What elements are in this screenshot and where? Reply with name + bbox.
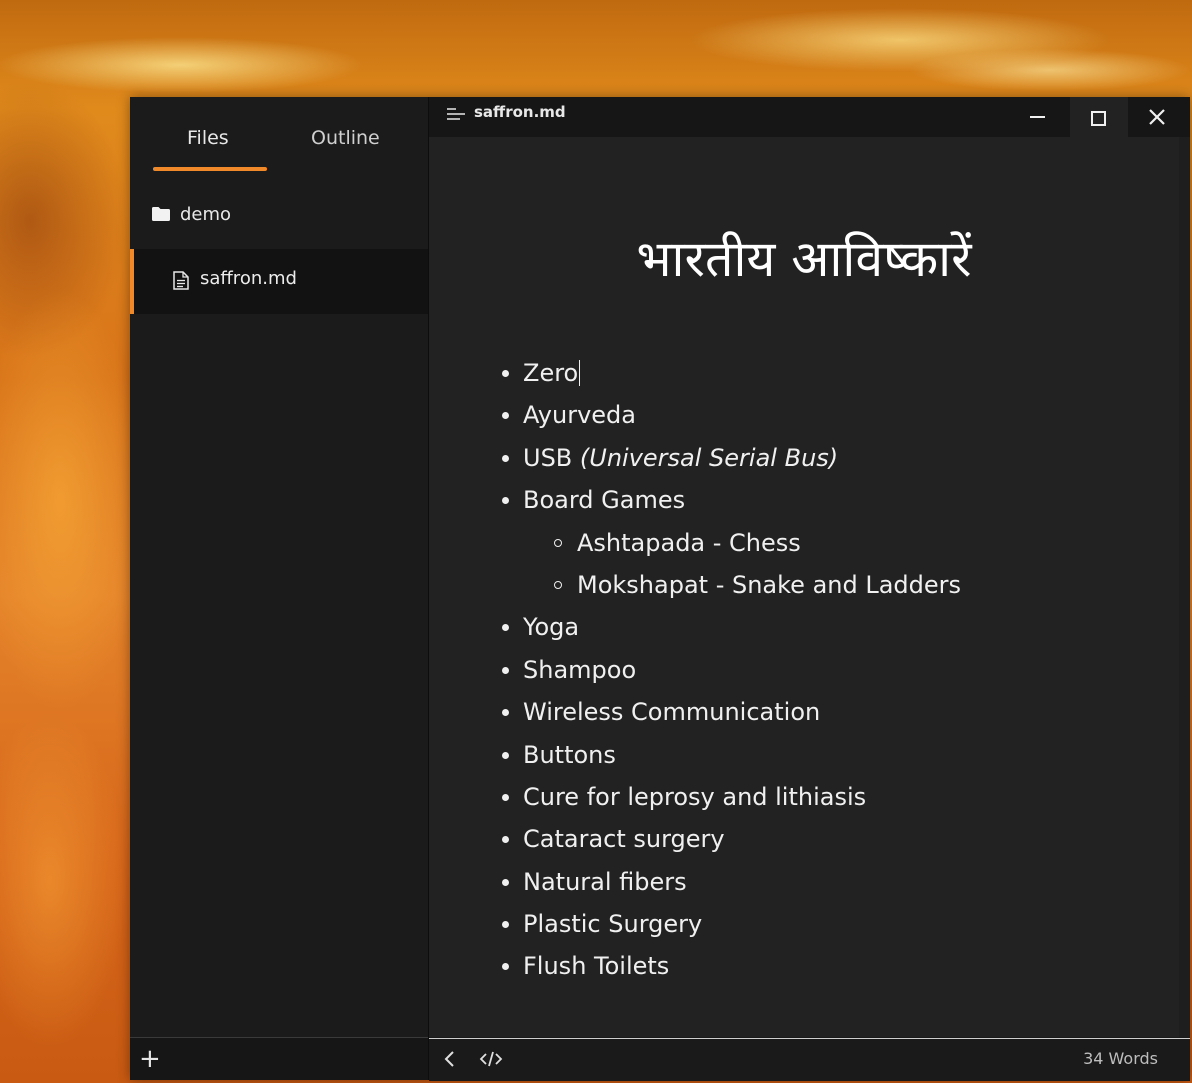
file-icon [173,271,189,290]
sidebar-footer: + [130,1037,428,1080]
add-file-button[interactable]: + [139,1044,161,1074]
list-item: Zero [502,352,961,394]
tab-outline[interactable]: Outline [311,127,380,149]
list-item: Cure for leprosy and lithiasis [502,776,961,818]
list-subitem: Mokshapat - Snake and Ladders [523,564,961,606]
sidebar-tabs: Files Outline [130,97,428,177]
list-subitem: Ashtapada - Chess [523,522,961,564]
active-file-indicator [130,249,134,314]
list-item: Shampoo [502,649,961,691]
list-item: Ayurveda [502,394,961,436]
maximize-button[interactable] [1070,97,1128,137]
close-button[interactable] [1128,97,1186,137]
folder-icon [152,207,170,221]
close-icon [1149,109,1165,125]
folder-name: demo [180,204,232,225]
document-heading: भारतीय आविष्कारें [636,230,972,288]
window-title: saffron.md [474,103,566,121]
minimize-button[interactable] [1009,97,1067,137]
text-cursor [579,360,581,386]
folder-demo[interactable]: demo [130,197,428,235]
chevron-left-icon[interactable] [443,1050,457,1068]
menu-icon[interactable] [446,106,466,122]
list-item: Cataract surgery [502,818,961,860]
status-bar: 34 Words [429,1038,1190,1081]
list-item: Plastic Surgery [502,903,961,945]
file-name: saffron.md [200,268,297,289]
list-item: USB (Universal Serial Bus) [502,437,961,479]
word-count: 34 Words [1083,1049,1158,1068]
list-item: Board Games [502,479,961,521]
editor-area[interactable]: भारतीय आविष्कारें Zero Ayurveda USB (Uni… [429,137,1179,1037]
list-item: Wireless Communication [502,691,961,733]
tab-files[interactable]: Files [187,127,229,149]
list-item: Buttons [502,734,961,776]
list-item: Yoga [502,606,961,648]
minimize-icon [1030,116,1045,118]
active-tab-indicator [153,167,267,171]
sidebar: Files Outline demo saffron.md + [130,97,428,1080]
title-bar: saffron.md [429,97,1190,137]
list-item: Flush Toilets [502,945,961,987]
code-icon[interactable] [479,1050,503,1068]
invention-list: Zero Ayurveda USB (Universal Serial Bus)… [502,352,961,988]
app-window: Files Outline demo saffron.md + saffron.… [130,97,1190,1081]
list-item: Natural fibers [502,861,961,903]
editor-scrollbar[interactable] [1179,137,1190,1037]
maximize-icon [1091,111,1106,126]
file-saffron[interactable]: saffron.md [130,249,428,314]
